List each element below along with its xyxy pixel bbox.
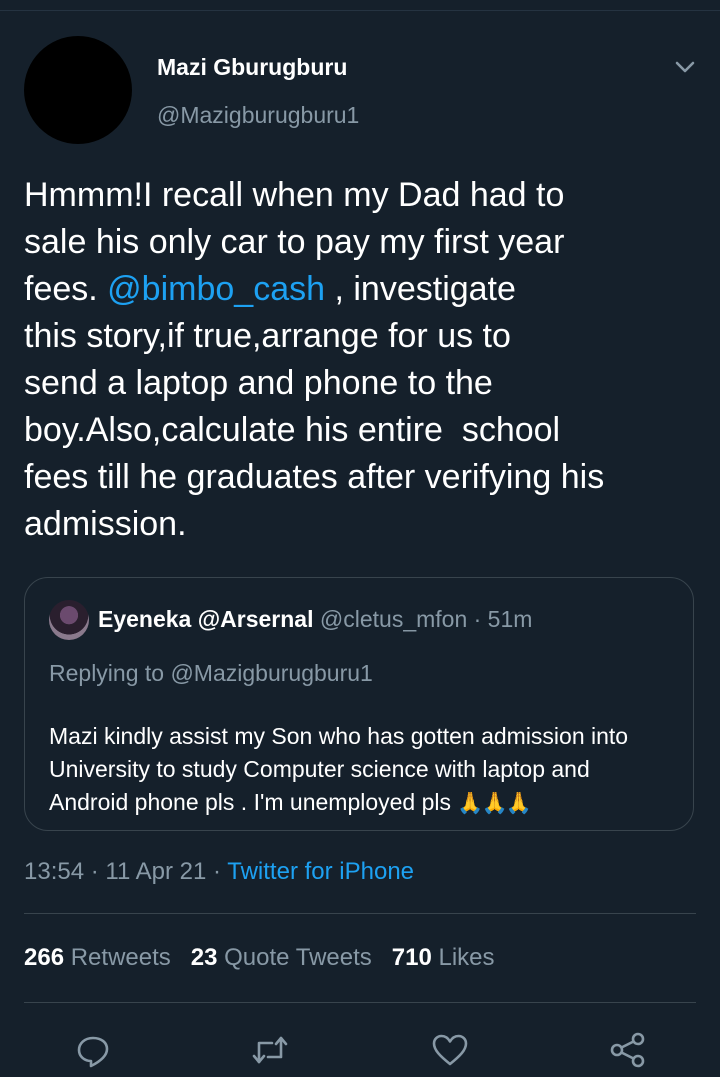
reply-icon[interactable] [73, 1030, 113, 1070]
tweet-date: · 11 Apr 21 · [84, 858, 228, 885]
quote-tweets-label: Quote Tweets [217, 944, 372, 971]
author-avatar[interactable] [24, 36, 132, 144]
praying-hands-emoji: 🙏🙏🙏 [457, 791, 531, 815]
quoted-author-meta: @cletus_mfon · 51m [313, 606, 533, 632]
quote-tweets-count: 23 [190, 944, 218, 971]
retweet-icon[interactable] [250, 1030, 290, 1070]
author-name[interactable]: Mazi Gburugburu [157, 54, 347, 81]
retweets-stat[interactable]: 266 Retweets [24, 944, 171, 971]
tweet-detail-page: Mazi Gburugburu @Mazigburugburu1 Hmmm!I … [0, 0, 720, 1077]
divider [24, 1002, 696, 1003]
top-divider [0, 10, 720, 11]
likes-label: Likes [431, 944, 495, 971]
likes-stat[interactable]: 710 Likes [392, 944, 495, 971]
quoted-tweet-card[interactable]: Eyeneka @Arsernal @cletus_mfon · 51m Rep… [24, 577, 694, 831]
tweet-text-part2: , investigate this story,if true,arrange… [24, 270, 605, 543]
quoted-tweet-header: Eyeneka @Arsernal @cletus_mfon · 51m [98, 606, 532, 633]
share-icon[interactable] [608, 1030, 648, 1070]
quoted-tweet-text: Mazi kindly assist my Son who has gotten… [49, 720, 669, 820]
quote-tweets-stat[interactable]: 23 Quote Tweets [191, 944, 372, 971]
retweets-count: 266 [24, 944, 65, 971]
engagement-stats: 266 Retweets 23 Quote Tweets 710 Likes [24, 944, 495, 972]
heart-icon[interactable] [430, 1030, 470, 1070]
likes-count: 710 [391, 944, 432, 971]
replying-to-label: Replying to @Mazigburugburu1 [49, 660, 373, 686]
quoted-author-name: Eyeneka @Arsernal [98, 606, 314, 632]
author-handle[interactable]: @Mazigburugburu1 [157, 102, 359, 129]
tweet-source-link[interactable]: Twitter for iPhone [227, 858, 414, 885]
chevron-down-icon[interactable] [670, 52, 700, 82]
tweet-time: 13:54 [24, 858, 85, 885]
quoted-author-avatar [49, 600, 89, 640]
tweet-text: Hmmm!I recall when my Dad had to sale hi… [24, 172, 704, 548]
mention-link[interactable]: @bimbo_cash [107, 270, 325, 308]
tweet-timestamp: 13:54 · 11 Apr 21 · Twitter for iPhone [24, 858, 414, 886]
retweets-label: Retweets [64, 944, 171, 971]
quoted-tweet-body: Mazi kindly assist my Son who has gotten… [49, 723, 629, 815]
divider [24, 913, 696, 914]
